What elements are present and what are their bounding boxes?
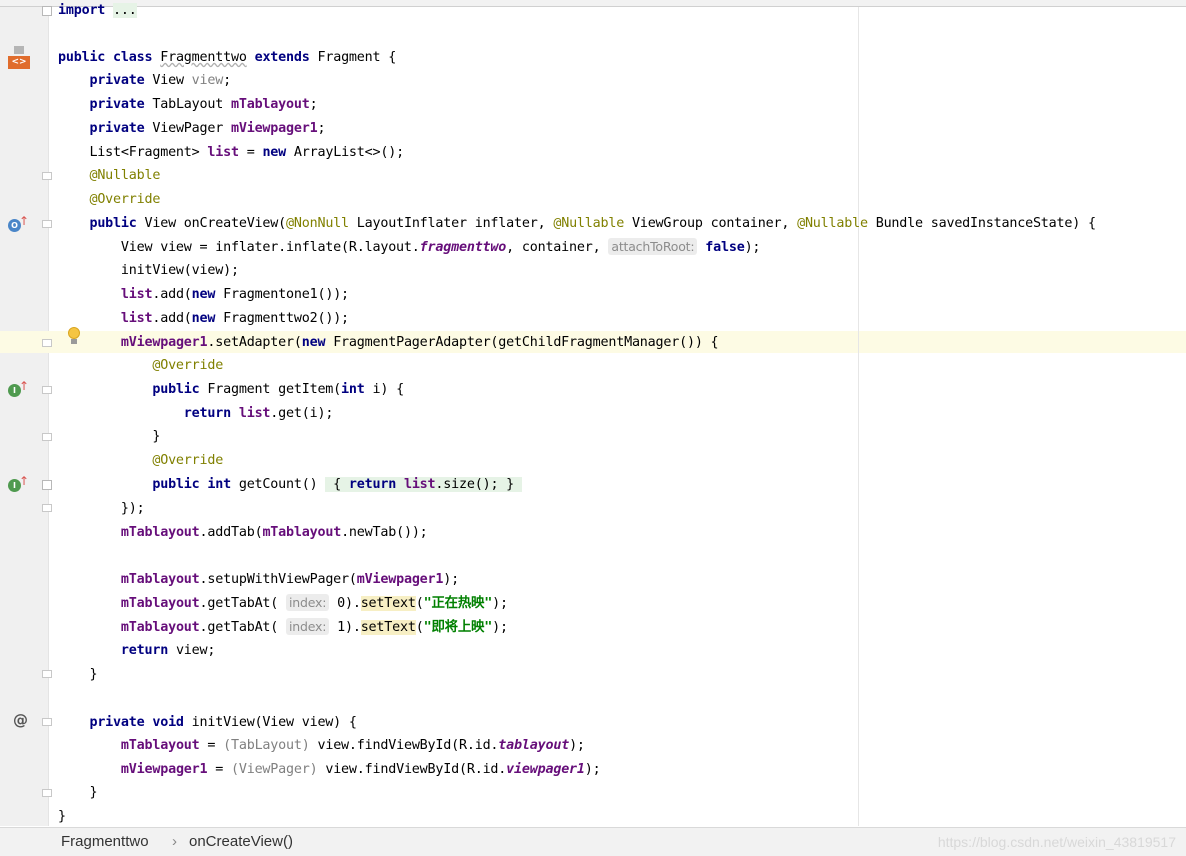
code-line: }: [58, 429, 161, 444]
code-line: }: [58, 809, 66, 824]
code-line: List<Fragment> list = new ArrayList<>();: [58, 145, 404, 160]
code-line: mTablayout.addTab(mTablayout.newTab());: [120, 525, 428, 540]
code-line: public View onCreateView(@NonNull Layout…: [89, 216, 1096, 231]
code-line: @Override: [89, 192, 161, 207]
fold-marker[interactable]: [42, 718, 52, 726]
code-line: }: [58, 667, 98, 682]
inlay-hint: index:: [286, 594, 330, 611]
fold-marker[interactable]: [42, 789, 52, 797]
inlay-hint: attachToRoot:: [608, 238, 698, 255]
string-literal: "正在热映": [423, 596, 493, 611]
code-line: list.add(new Fragmenttwo2());: [120, 311, 349, 326]
code-line: mViewpager1 = (ViewPager) view.findViewB…: [120, 762, 601, 777]
code-line: public Fragment getItem(int i) {: [152, 382, 404, 397]
arrow-up-icon: ↑: [19, 474, 30, 488]
code-line: mTablayout = (TabLayout) view.findViewBy…: [120, 738, 585, 753]
fold-marker[interactable]: [42, 433, 52, 441]
code-line: return view;: [120, 643, 216, 658]
code-line: initView(view);: [58, 263, 239, 278]
inlay-hint: index:: [286, 618, 330, 635]
code-line: @Override: [152, 453, 224, 468]
code-line: private ViewPager mViewpager1;: [89, 121, 326, 136]
at-icon[interactable]: @: [13, 711, 28, 729]
code-line: View view = inflater.inflate(R.layout.fr…: [58, 238, 761, 255]
code-line: public class Fragmenttwo extends Fragmen…: [58, 50, 397, 65]
fold-marker[interactable]: [42, 670, 52, 678]
breadcrumb: Fragmenttwo › onCreateView() https://blo…: [0, 827, 1186, 856]
breadcrumb-class[interactable]: Fragmenttwo: [61, 828, 149, 856]
code-line: private TabLayout mTablayout;: [89, 97, 318, 112]
code-line: public int getCount() { return list.size…: [152, 477, 522, 492]
code-line: return list.get(i);: [183, 406, 334, 421]
editor-gutter[interactable]: [0, 7, 49, 826]
code-line: list.add(new Fragmentone1());: [120, 287, 349, 302]
code-line: }: [58, 785, 98, 800]
code-line: private View view;: [89, 73, 231, 88]
layout-xml-icon[interactable]: <>: [8, 46, 30, 70]
code-line: mViewpager1.setAdapter(new FragmentPager…: [120, 335, 719, 350]
watermark: https://blog.csdn.net/weixin_43819517: [937, 834, 1176, 850]
breadcrumb-method[interactable]: onCreateView(): [189, 828, 293, 856]
code-line: @Nullable: [89, 168, 161, 183]
right-margin-guide: [858, 7, 859, 826]
code-line: @Override: [152, 358, 224, 373]
fold-marker[interactable]: [42, 339, 52, 347]
editor-tab-strip: [0, 0, 1186, 7]
arrow-up-icon: ↑: [19, 214, 30, 228]
fold-marker[interactable]: [42, 220, 52, 228]
collapsed-imports[interactable]: ...: [113, 3, 137, 18]
code-line: import ...: [58, 3, 137, 18]
fold-expand-icon[interactable]: [42, 6, 52, 16]
arrow-up-icon: ↑: [19, 379, 30, 393]
string-literal: "即将上映": [423, 620, 493, 635]
code-line: mTablayout.getTabAt( index: 1).setText("…: [120, 618, 508, 635]
code-line: mTablayout.getTabAt( index: 0).setText("…: [120, 594, 508, 611]
fold-marker[interactable]: [42, 386, 52, 394]
code-line: mTablayout.setupWithViewPager(mViewpager…: [120, 572, 459, 587]
code-line: });: [58, 501, 145, 516]
fold-marker[interactable]: [42, 172, 52, 180]
breadcrumb-separator: ›: [172, 833, 177, 850]
fold-marker[interactable]: [42, 504, 52, 512]
code-line: private void initView(View view) {: [89, 715, 357, 730]
fold-expand-icon[interactable]: [42, 480, 52, 490]
